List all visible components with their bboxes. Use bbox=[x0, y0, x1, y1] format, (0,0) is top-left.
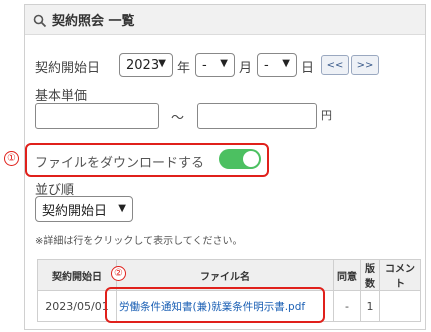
col-file-name: ファイル名 bbox=[116, 259, 334, 291]
panel-header: 契約照会 一覧 bbox=[25, 5, 425, 35]
year-select[interactable]: 2023 ▼ bbox=[119, 53, 173, 77]
row-agree: - bbox=[333, 290, 361, 322]
page-title: 契約照会 一覧 bbox=[52, 14, 135, 29]
contract-start-label: 契約開始日 bbox=[35, 61, 101, 76]
base-price-min-input[interactable] bbox=[35, 103, 159, 129]
sort-value: 契約開始日 bbox=[42, 203, 108, 219]
col-comment: コメント bbox=[379, 259, 421, 291]
annotation-marker-2: ② bbox=[111, 266, 126, 281]
annotation-marker-1: ① bbox=[4, 151, 19, 166]
base-price-label: 基本単価 bbox=[35, 89, 88, 104]
chevron-down-icon: ▼ bbox=[158, 58, 166, 69]
base-price-max-input[interactable] bbox=[197, 103, 317, 129]
table-header-row: 契約開始日 ファイル名 同意 版数 コメント bbox=[37, 259, 421, 291]
highlight-box-file bbox=[105, 287, 325, 323]
month-unit: 月 bbox=[239, 61, 253, 76]
download-toggle[interactable] bbox=[219, 149, 261, 169]
chevron-down-icon: ▼ bbox=[220, 58, 228, 69]
download-toggle-label: ファイルをダウンロードする bbox=[35, 156, 205, 171]
contract-inquiry-panel: 契約照会 一覧 契約開始日 2023 ▼ 年 - ▼ 月 - ▼ 日 << >>… bbox=[24, 4, 426, 330]
year-unit: 年 bbox=[177, 61, 191, 76]
search-icon bbox=[33, 13, 47, 27]
day-select[interactable]: - ▼ bbox=[257, 53, 297, 77]
col-agree: 同意 bbox=[333, 259, 361, 291]
col-version: 版数 bbox=[360, 259, 380, 291]
year-value: 2023 bbox=[126, 57, 160, 73]
range-separator: ～ bbox=[171, 111, 185, 126]
next-date-button[interactable]: >> bbox=[351, 55, 379, 75]
month-value: - bbox=[202, 57, 207, 73]
prev-date-button[interactable]: << bbox=[321, 55, 349, 75]
price-unit: 円 bbox=[321, 109, 332, 122]
month-select[interactable]: - ▼ bbox=[195, 53, 235, 77]
day-value: - bbox=[264, 57, 269, 73]
chevron-down-icon: ▼ bbox=[118, 203, 126, 214]
detail-note: ※詳細は行をクリックして表示してください。 bbox=[35, 236, 243, 247]
toggle-knob bbox=[243, 151, 259, 167]
row-version: 1 bbox=[360, 290, 380, 322]
chevron-down-icon: ▼ bbox=[282, 58, 290, 69]
sort-select[interactable]: 契約開始日 ▼ bbox=[35, 196, 133, 222]
row-comment bbox=[379, 290, 421, 322]
day-unit: 日 bbox=[301, 61, 315, 76]
col-start-date: 契約開始日 bbox=[37, 259, 117, 291]
